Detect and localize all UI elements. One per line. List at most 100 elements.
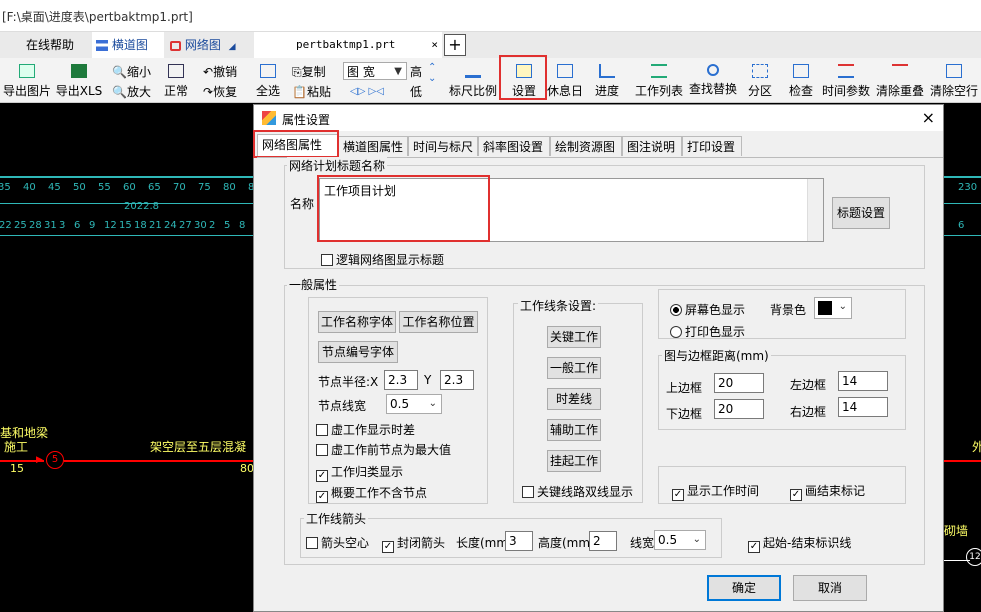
- ruler-ratio-label: 标尺比例: [448, 84, 497, 98]
- screen-color-radio[interactable]: 屏幕色显示: [670, 301, 745, 318]
- time-diff-line-button[interactable]: 时差线: [547, 388, 601, 410]
- tab-document[interactable]: pertbaktmp1.prt ×: [254, 32, 442, 58]
- check-button[interactable]: 检查: [783, 60, 819, 102]
- copy-button[interactable]: ⎘复制: [292, 63, 326, 80]
- work-name-font-button[interactable]: 工作名称字体: [318, 311, 396, 333]
- work-type-label: 工作归类显示: [331, 465, 404, 479]
- paste-button[interactable]: 📋粘贴: [292, 83, 331, 100]
- ok-button[interactable]: 确定: [707, 575, 781, 601]
- tab-strip: 在线帮助 横道图 网络图 ◢ pertbaktmp1.prt × +: [0, 32, 981, 58]
- closed-arrow-checkbox[interactable]: ✓ 封闭箭头: [382, 534, 445, 553]
- critical-work-button[interactable]: 关键工作: [547, 326, 601, 348]
- tab-close-icon[interactable]: ×: [431, 32, 438, 58]
- right-margin-input[interactable]: 14: [838, 397, 888, 417]
- arrow-length-input[interactable]: 3: [505, 531, 533, 551]
- clear-overlap-button[interactable]: 清除重叠: [873, 60, 927, 102]
- export-xls-button[interactable]: 导出XLS: [54, 60, 104, 102]
- high-button[interactable]: 高: [410, 63, 422, 80]
- bottom-margin-input[interactable]: 20: [714, 399, 764, 419]
- redo-button[interactable]: ↷恢复: [203, 83, 237, 100]
- virtual-time-diff-checkbox[interactable]: 虚工作显示时差: [316, 421, 415, 438]
- show-work-time-checkbox[interactable]: ✓ 显示工作时间: [672, 482, 759, 501]
- normal-view-button[interactable]: 正常: [160, 60, 192, 102]
- clear-empty-rows-button[interactable]: 清除空行: [927, 60, 981, 102]
- cancel-button[interactable]: 取消: [793, 575, 867, 601]
- critical-double-line-checkbox[interactable]: 关键线路双线显示: [522, 483, 633, 500]
- tab-gantt[interactable]: 横道图: [92, 32, 164, 58]
- zoom-out-button[interactable]: 🔍缩小: [112, 63, 151, 80]
- arrow-height-input[interactable]: 2: [589, 531, 617, 551]
- view-select[interactable]: 图 宽 ▼: [343, 62, 407, 80]
- low-button[interactable]: 低: [410, 83, 422, 100]
- arrow-line-width-label: 线宽: [630, 536, 655, 550]
- node-5[interactable]: 5: [46, 451, 64, 469]
- find-replace-button[interactable]: 查找替换: [687, 60, 739, 102]
- checked-icon: ✓: [316, 491, 328, 503]
- ruler-number: 75: [198, 182, 211, 193]
- plan-title-group-label: 网络计划标题名称: [287, 157, 388, 174]
- tab-legend[interactable]: 图注说明: [622, 136, 682, 156]
- nav-arrows-icon[interactable]: ◁▷ ▷◁: [350, 86, 384, 97]
- progress-button[interactable]: 进度: [586, 60, 628, 102]
- time-params-button[interactable]: 时间参数: [820, 60, 872, 102]
- tab-network[interactable]: 网络图 ◢: [166, 32, 246, 58]
- partition-button[interactable]: 分区: [742, 60, 778, 102]
- suspend-work-button[interactable]: 挂起工作: [547, 450, 601, 472]
- undo-button[interactable]: ↶撤销: [203, 63, 237, 80]
- node-number-font-button[interactable]: 节点编号字体: [318, 341, 398, 363]
- auxiliary-work-button[interactable]: 辅助工作: [547, 419, 601, 441]
- copy-icon: ⎘: [292, 65, 302, 79]
- title-settings-button[interactable]: 标题设置: [832, 197, 890, 229]
- radio-selected-icon: [670, 304, 682, 316]
- search-icon: [707, 64, 719, 76]
- ruler-day: 28: [29, 220, 42, 231]
- tab-gantt-properties[interactable]: 横道图属性: [338, 136, 408, 156]
- add-tab-button[interactable]: +: [444, 34, 466, 56]
- general-work-button[interactable]: 一般工作: [547, 357, 601, 379]
- tab-draw-resource[interactable]: 绘制资源图: [550, 136, 622, 156]
- summary-no-node-checkbox[interactable]: ✓ 概要工作不含节点: [316, 484, 427, 503]
- rest-day-button[interactable]: 休息日: [544, 60, 586, 102]
- work-list-button[interactable]: 工作列表: [633, 60, 685, 102]
- middle-work-label: 架空层至五层混凝: [150, 440, 247, 454]
- ruler-date: 2022.8: [124, 201, 159, 212]
- node-12[interactable]: 12: [966, 548, 981, 566]
- ruler-ratio-button[interactable]: 标尺比例: [448, 60, 498, 102]
- node-radius-y-input[interactable]: 2.3: [440, 370, 474, 390]
- left-margin-input[interactable]: 14: [838, 371, 888, 391]
- textarea-scrollbar[interactable]: [807, 179, 823, 241]
- zoom-in-button[interactable]: 🔍放大: [112, 83, 151, 100]
- tab-slope-settings[interactable]: 斜率图设置: [478, 136, 550, 156]
- radio-icon: [670, 326, 682, 338]
- start-end-mark-checkbox[interactable]: ✓ 起始-结束标识线: [748, 534, 851, 553]
- node-line-width-select[interactable]: 0.5 ⌄: [386, 394, 442, 414]
- node-radius-x-input[interactable]: 2.3: [384, 370, 418, 390]
- logic-show-title-checkbox[interactable]: 逻辑网络图显示标题: [321, 251, 444, 268]
- arrow-line-width-select[interactable]: 0.5 ⌄: [654, 530, 706, 550]
- ruler-day: 27: [179, 220, 192, 231]
- zoom-out-label: 缩小: [126, 65, 151, 79]
- calendar-icon: [557, 64, 573, 78]
- print-color-radio[interactable]: 打印色显示: [670, 323, 745, 340]
- export-image-button[interactable]: 导出图片: [2, 60, 52, 102]
- right-work-label: 外: [972, 440, 981, 454]
- draw-end-mark-checkbox[interactable]: ✓ 画结束标记: [790, 482, 865, 501]
- zoom-out-icon: 🔍: [112, 65, 127, 79]
- bg-color-picker[interactable]: ⌄: [814, 297, 852, 319]
- tab-online-help[interactable]: 在线帮助: [22, 32, 78, 58]
- right-wall-label: 砌墙: [944, 524, 969, 538]
- ruler-number: 80: [223, 182, 236, 193]
- virtual-node-max-checkbox[interactable]: 虚工作前节点为最大值: [316, 441, 451, 458]
- export-image-label: 导出图片: [2, 84, 51, 98]
- undo-label: 撤销: [213, 65, 238, 79]
- close-icon[interactable]: ×: [922, 108, 935, 127]
- hollow-arrow-checkbox[interactable]: 箭头空心: [306, 534, 369, 551]
- time-params-label: 时间参数: [821, 84, 870, 98]
- expand-icon[interactable]: ⌃ ⌄: [428, 62, 436, 84]
- tab-print-settings[interactable]: 打印设置: [682, 136, 742, 156]
- select-all-button[interactable]: 全选: [252, 60, 284, 102]
- tab-time-ruler[interactable]: 时间与标尺: [408, 136, 478, 156]
- work-name-position-button[interactable]: 工作名称位置: [399, 311, 478, 333]
- top-margin-input[interactable]: 20: [714, 373, 764, 393]
- work-type-checkbox[interactable]: ✓ 工作归类显示: [316, 463, 403, 482]
